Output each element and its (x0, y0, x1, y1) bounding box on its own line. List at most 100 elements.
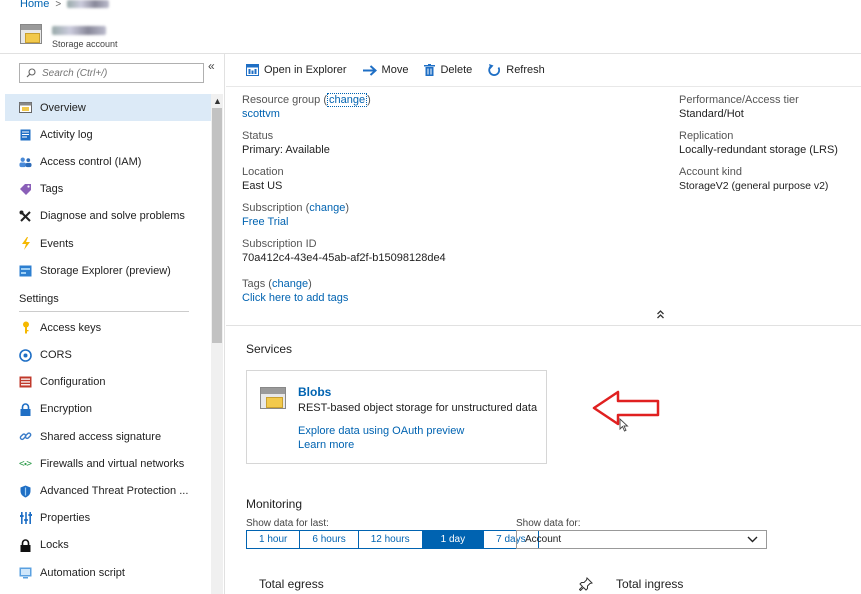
refresh-label: Refresh (506, 64, 545, 76)
sidebar-item-encryption[interactable]: Encryption (5, 396, 211, 423)
time-option-12-hours[interactable]: 12 hours (358, 531, 423, 548)
collapse-essentials-button[interactable] (656, 310, 665, 322)
shield-icon (19, 485, 32, 498)
svg-text:<: < (19, 459, 25, 469)
explorer-icon (246, 64, 259, 76)
command-toolbar: Open in Explorer Move Delete Refresh (246, 60, 545, 80)
refresh-icon (488, 63, 501, 76)
sidebar-item-label: Configuration (40, 376, 106, 389)
sidebar-item-locks[interactable]: Locks (5, 532, 211, 559)
add-tags-link[interactable]: Click here to add tags (242, 291, 446, 305)
page-title-redacted (52, 26, 106, 35)
people-icon (19, 155, 32, 168)
monitoring-heading: Monitoring (246, 497, 303, 511)
move-label: Move (381, 64, 409, 76)
scroll-up-arrow-icon[interactable]: ▲ (213, 96, 222, 106)
sidebar-item-tags[interactable]: Tags (5, 176, 211, 203)
tags-change-link[interactable]: change (272, 278, 308, 290)
sidebar-item-firewalls[interactable]: < > Firewalls and virtual networks (5, 450, 211, 477)
sidebar-nav: Overview Activity log Access control (IA… (5, 94, 211, 586)
search-input[interactable] (42, 67, 192, 79)
sidebar-item-label: CORS (40, 349, 72, 362)
pin-icon[interactable] (579, 577, 593, 591)
subscription-value-link[interactable]: Free Trial (242, 215, 446, 229)
subscription-change-link[interactable]: change (309, 202, 345, 214)
explore-oauth-link[interactable]: Explore data using OAuth preview (298, 425, 464, 437)
sidebar-item-label: Events (40, 237, 74, 250)
wrench-icon (19, 210, 32, 223)
tags-label: Tags (change) (242, 278, 312, 290)
sidebar-item-label: Shared access signature (40, 430, 162, 443)
breadcrumb-home-link[interactable]: Home (20, 0, 49, 10)
blob-storage-icon (260, 387, 286, 409)
essentials-right-column: Performance/Access tier Standard/Hot Rep… (679, 93, 838, 201)
sidebar-item-storage-explorer[interactable]: Storage Explorer (preview) (5, 257, 211, 284)
sidebar-search[interactable] (19, 63, 204, 83)
time-option-1-day[interactable]: 1 day (422, 531, 485, 548)
sidebar-item-properties[interactable]: Properties (5, 505, 211, 532)
refresh-button[interactable]: Refresh (488, 63, 545, 77)
sidebar-item-label: Locks (40, 539, 69, 552)
total-ingress-title: Total ingress (616, 577, 684, 591)
open-in-explorer-label: Open in Explorer (264, 64, 347, 76)
key-icon (19, 321, 32, 334)
sidebar-scrollbar[interactable]: ▲ (211, 94, 223, 594)
overview-icon (19, 101, 32, 114)
page-header: Storage account (20, 24, 118, 52)
sidebar-item-shared-access-signature[interactable]: Shared access signature (5, 423, 211, 450)
resource-group-label-text: Resource group (242, 94, 321, 106)
sidebar-item-cors[interactable]: CORS (5, 342, 211, 369)
breadcrumb-resource-name-redacted[interactable] (67, 0, 110, 8)
sidebar-item-label: Tags (40, 183, 64, 196)
lock-icon (19, 403, 32, 416)
mouse-cursor-icon (619, 418, 629, 432)
blobs-link[interactable]: Blobs (298, 385, 331, 399)
search-icon (26, 68, 36, 78)
network-icon: < > (19, 457, 32, 470)
subscription-id-value: 70a412c4-43e4-45ab-af2f-b15098128de4 (242, 252, 446, 264)
sidebar: « ▲ Overview Activity log Access control… (0, 54, 225, 594)
storage-explorer-icon (19, 264, 32, 277)
resource-group-change-link[interactable]: change (327, 93, 368, 107)
move-button[interactable]: Move (362, 64, 409, 76)
sidebar-item-events[interactable]: Events (5, 230, 211, 257)
sidebar-item-access-control[interactable]: Access control (IAM) (5, 148, 211, 175)
settings-divider (19, 311, 189, 313)
location-label: Location (242, 166, 284, 178)
time-option-6-hours[interactable]: 6 hours (300, 531, 359, 548)
tags-label-text: Tags (242, 278, 266, 290)
replication-label: Replication (679, 130, 734, 142)
delete-label: Delete (440, 64, 473, 76)
sidebar-item-access-keys[interactable]: Access keys (5, 314, 211, 341)
delete-button[interactable]: Delete (424, 64, 472, 76)
blobs-service-card[interactable]: Blobs REST-based object storage for unst… (246, 370, 547, 464)
sidebar-item-label: Advanced Threat Protection ... (40, 485, 189, 498)
sidebar-item-diagnose[interactable]: Diagnose and solve problems (5, 203, 211, 230)
configuration-icon (19, 376, 32, 389)
learn-more-link[interactable]: Learn more (298, 439, 354, 451)
performance-tier-label: Performance/Access tier (679, 94, 799, 106)
show-data-for-label: Show data for: (516, 518, 581, 529)
show-data-for-select[interactable]: Account (516, 530, 767, 549)
time-option-1-hour[interactable]: 1 hour (247, 531, 301, 548)
sidebar-item-label: Overview (40, 101, 86, 114)
sidebar-item-advanced-threat-protection[interactable]: Advanced Threat Protection ... (5, 477, 211, 504)
breadcrumb-separator: > (55, 0, 62, 10)
sidebar-item-label: Access keys (40, 321, 102, 334)
scrollbar-thumb[interactable] (212, 108, 222, 343)
properties-icon (19, 512, 32, 525)
services-heading: Services (246, 342, 293, 356)
resource-group-value-link[interactable]: scottvm (242, 107, 446, 121)
collapse-sidebar-button[interactable]: « (208, 59, 215, 73)
sidebar-item-activity-log[interactable]: Activity log (5, 121, 211, 148)
show-data-last-label: Show data for last: (246, 518, 329, 529)
sidebar-item-label: Activity log (40, 128, 93, 141)
sidebar-item-label: Properties (40, 512, 91, 525)
open-in-explorer-button[interactable]: Open in Explorer (246, 64, 347, 76)
sidebar-item-overview[interactable]: Overview (5, 94, 211, 122)
sidebar-item-automation-script[interactable]: Automation script (5, 559, 211, 586)
sidebar-item-configuration[interactable]: Configuration (5, 369, 211, 396)
breadcrumb: Home > (20, 0, 110, 10)
essentials-divider (226, 325, 861, 326)
svg-text:>: > (26, 459, 32, 469)
